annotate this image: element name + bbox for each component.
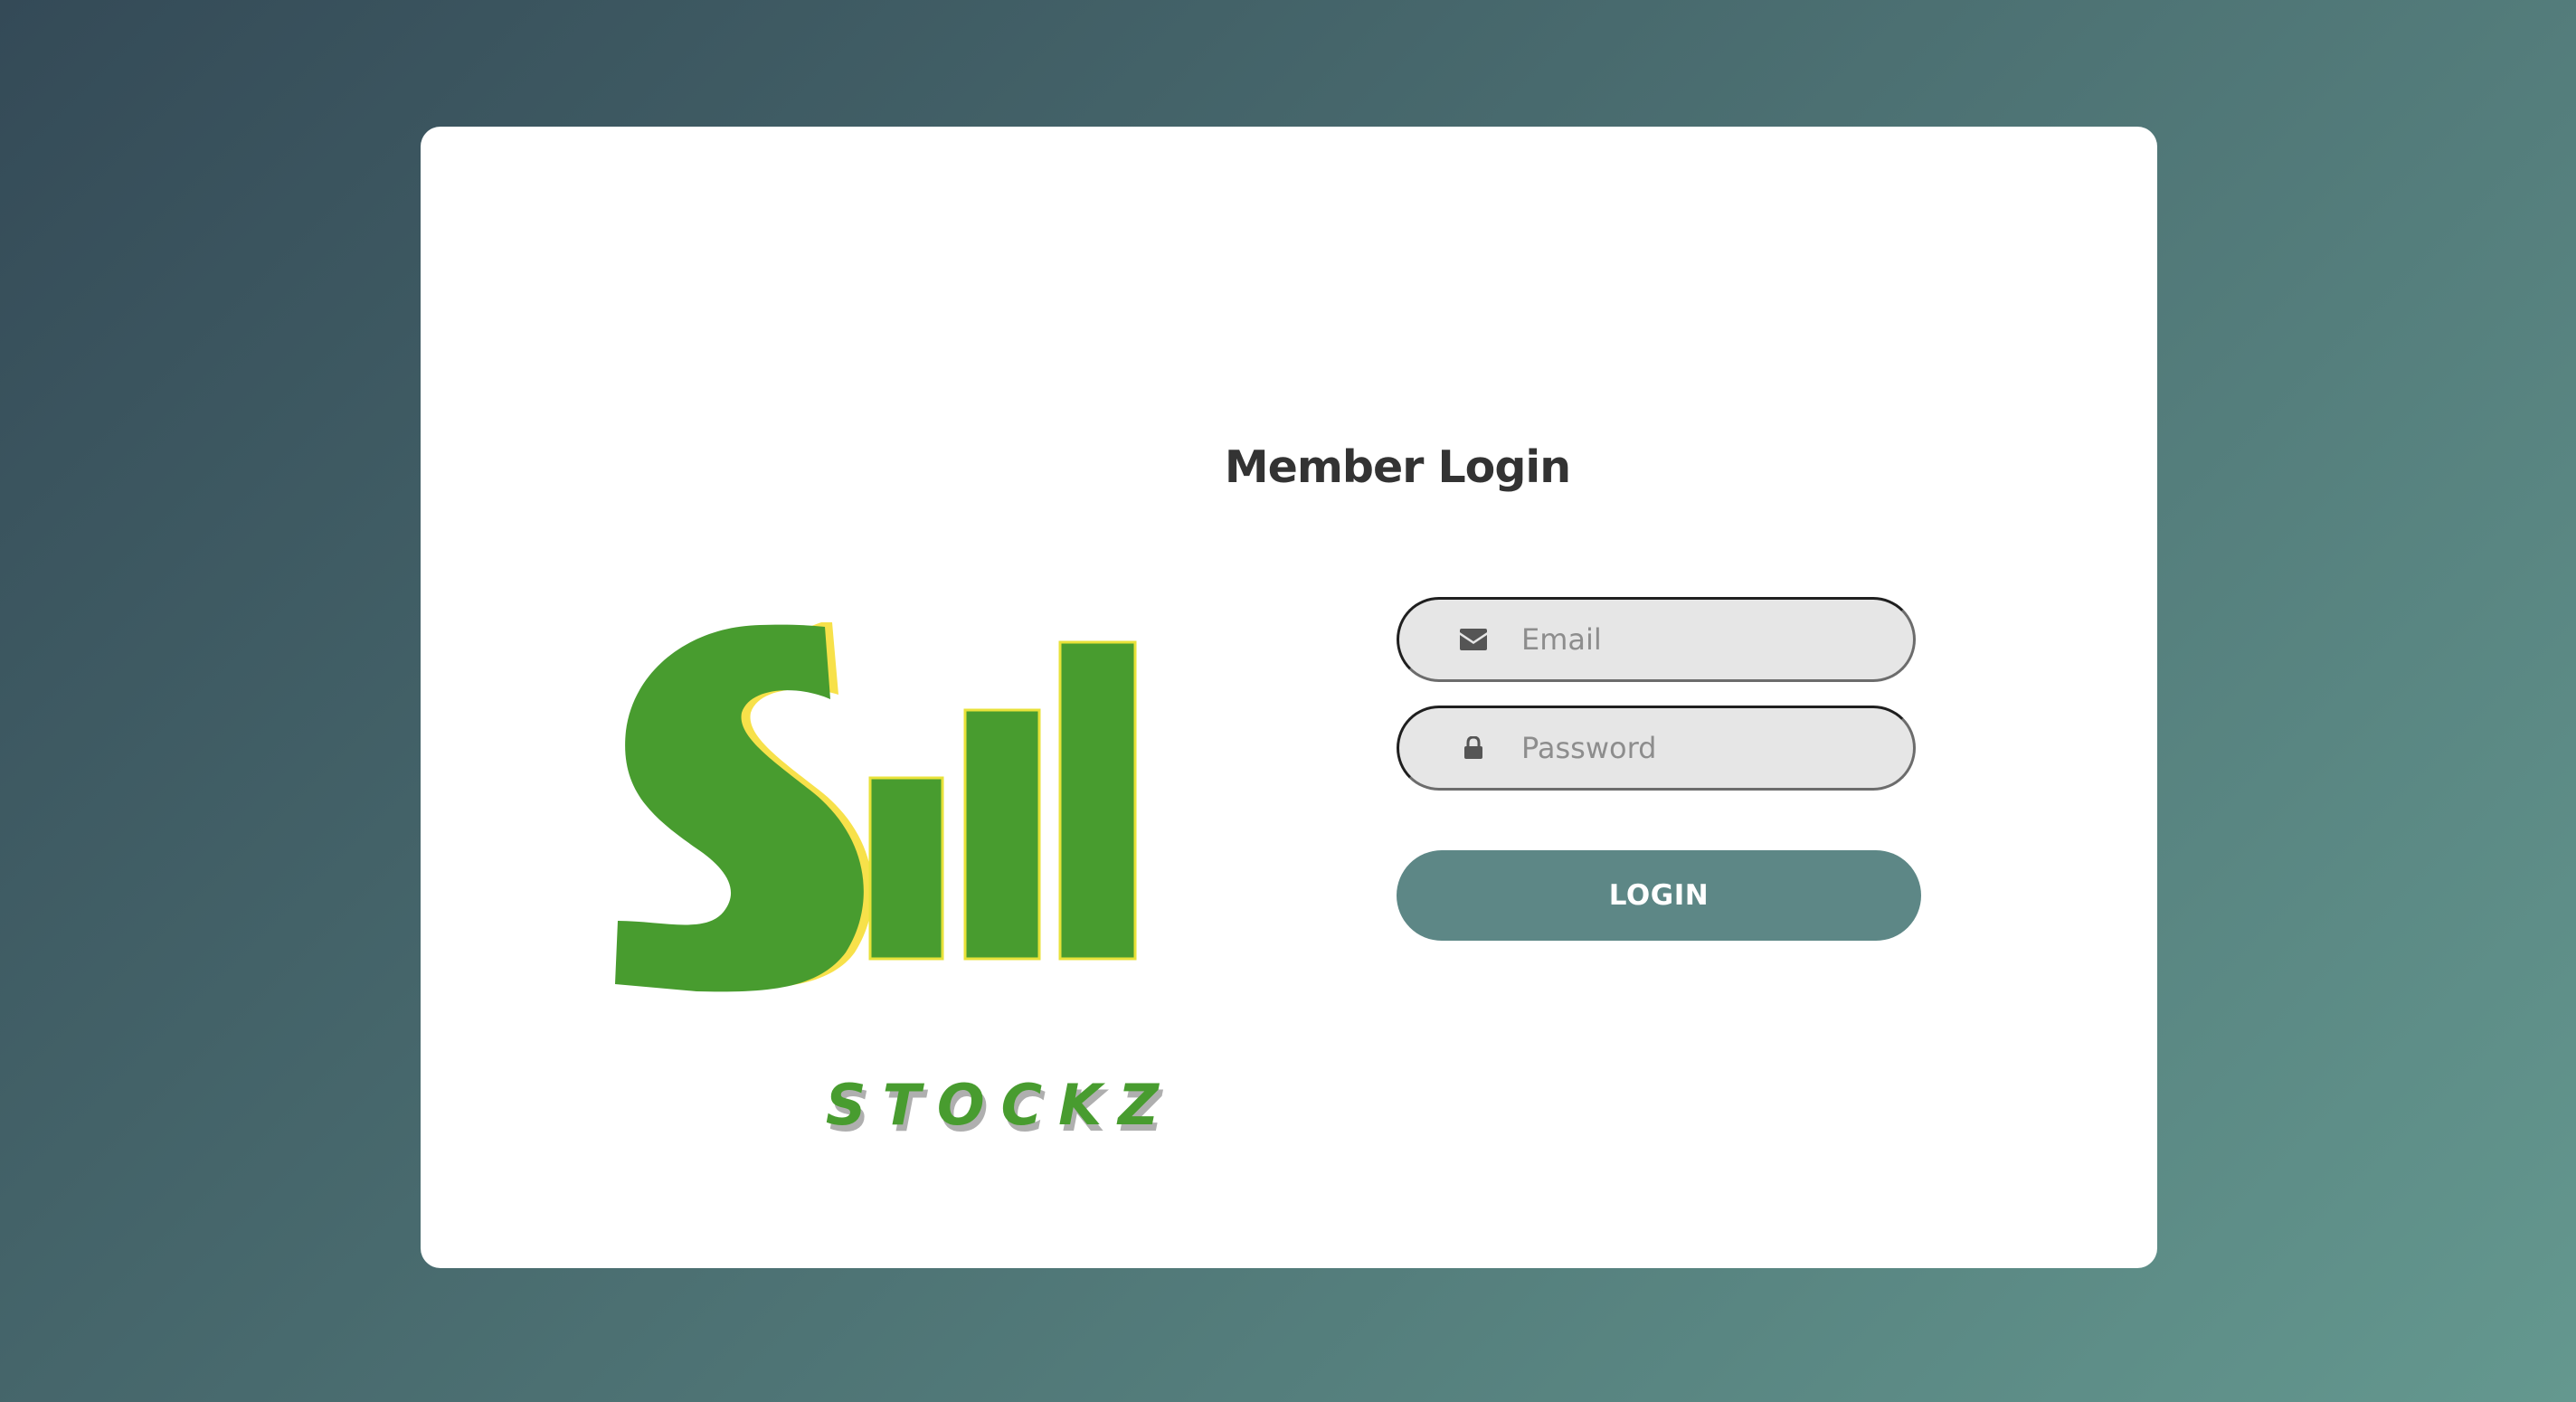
- page-title: Member Login: [1224, 441, 1571, 493]
- login-button[interactable]: LOGIN: [1397, 850, 1921, 941]
- logo-s-letter: [615, 624, 864, 992]
- stockz-logo-graphic: STOCKZ STOCKZ: [615, 622, 1175, 1144]
- logo-bar-1: [868, 776, 944, 961]
- email-input[interactable]: [1521, 622, 1901, 657]
- logo-bar-2: [963, 708, 1041, 961]
- login-card: STOCKZ STOCKZ Member Login LOGIN: [421, 127, 2157, 1268]
- envelope-icon: [1458, 624, 1489, 655]
- logo-brand-text: STOCKZ: [826, 1072, 1175, 1138]
- password-field[interactable]: [1397, 706, 1916, 791]
- logo-bar-3: [1058, 640, 1137, 961]
- email-field[interactable]: [1397, 597, 1916, 682]
- password-input[interactable]: [1521, 731, 1901, 765]
- lock-icon: [1458, 733, 1489, 763]
- stockz-logo: STOCKZ STOCKZ: [615, 622, 1194, 1165]
